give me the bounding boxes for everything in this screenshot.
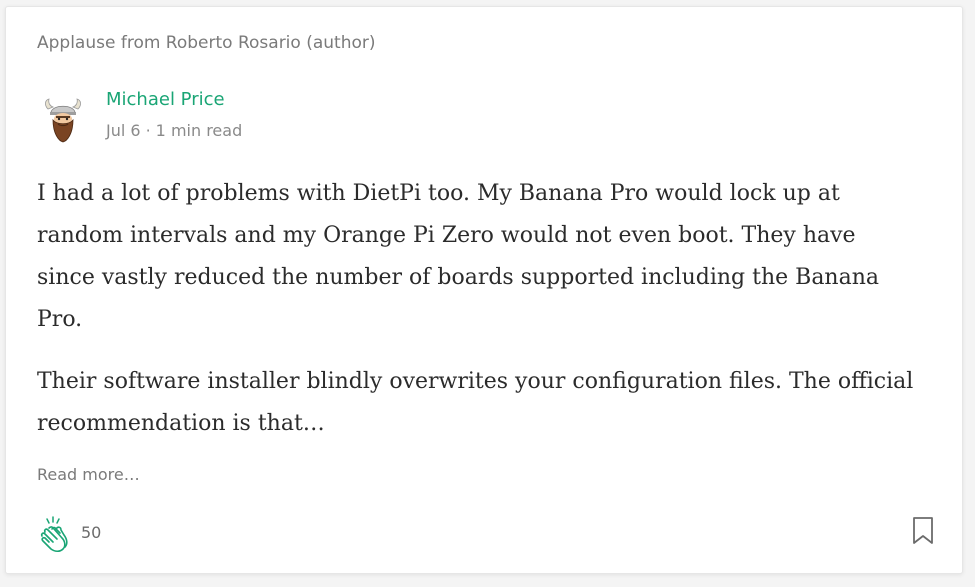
author-avatar[interactable] <box>42 97 84 145</box>
viking-avatar-icon <box>45 98 81 143</box>
post-meta: Jul 6 · 1 min read <box>106 121 242 140</box>
meta-separator: · <box>145 121 151 140</box>
clap-icon <box>40 516 68 553</box>
response-body[interactable]: I had a lot of problems with DietPi too.… <box>37 173 917 465</box>
response-card: Applause from Roberto Rosario (author) M… <box>5 6 963 574</box>
read-more-link[interactable]: Read more… <box>37 465 140 484</box>
bookmark-button[interactable] <box>910 516 936 546</box>
clap-count: 50 <box>81 523 102 542</box>
read-time: 1 min read <box>155 121 243 140</box>
body-paragraph: Their software installer blindly overwri… <box>37 369 914 436</box>
clap-button[interactable] <box>35 514 75 554</box>
post-date[interactable]: Jul 6 <box>106 121 141 140</box>
bookmark-icon <box>913 517 933 544</box>
author-name-link[interactable]: Michael Price <box>106 89 225 110</box>
applause-context: Applause from Roberto Rosario (author) <box>37 33 376 53</box>
body-paragraph: I had a lot of problems with DietPi too.… <box>37 181 880 332</box>
